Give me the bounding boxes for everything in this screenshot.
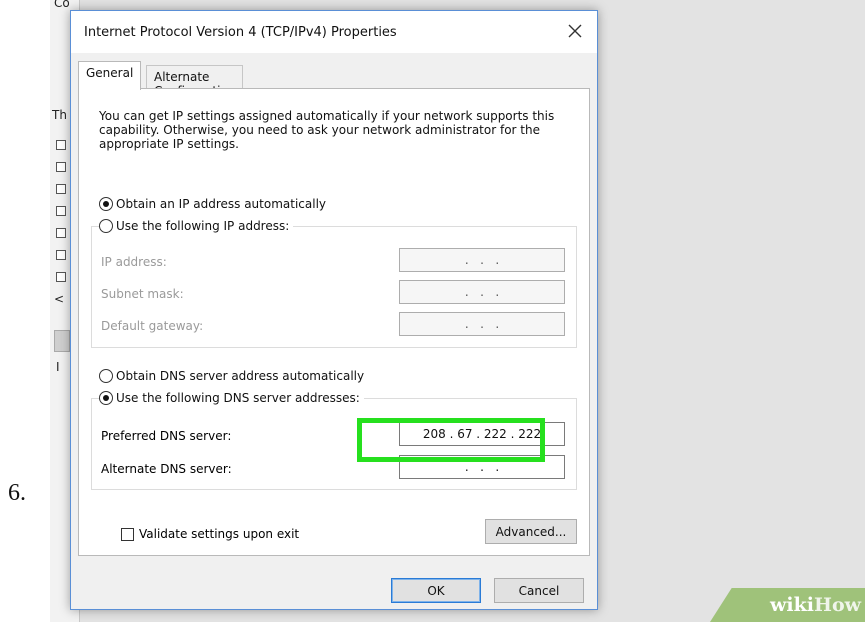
general-tab-panel: You can get IP settings assigned automat… — [78, 88, 590, 556]
subnet-mask-field[interactable]: . . . — [399, 280, 565, 304]
ip-address-value: . . . — [464, 253, 500, 267]
preferred-dns-label: Preferred DNS server: — [101, 429, 232, 443]
checkbox-indicator — [121, 527, 134, 541]
background-checkbox — [56, 140, 66, 150]
radio-indicator — [99, 219, 113, 233]
background-window-label: Th — [52, 108, 67, 122]
background-checkbox — [56, 162, 66, 172]
close-icon — [568, 23, 582, 42]
background-checkbox — [56, 206, 66, 216]
alternate-dns-label: Alternate DNS server: — [101, 462, 232, 476]
subnet-mask-value: . . . — [464, 285, 500, 299]
radio-label: Use the following IP address: — [116, 219, 290, 233]
radio-label: Use the following DNS server addresses: — [116, 391, 360, 405]
radio-label: Obtain an IP address automatically — [116, 197, 327, 211]
tab-alternate-configuration[interactable]: Alternate Configuration — [146, 65, 244, 98]
title-bar: Internet Protocol Version 4 (TCP/IPv4) P… — [71, 11, 597, 53]
close-button[interactable] — [553, 11, 597, 53]
cancel-button[interactable]: Cancel — [494, 578, 584, 603]
radio-indicator — [99, 369, 113, 383]
background-group-label: I — [56, 360, 60, 374]
background-scroll-arrow: < — [54, 292, 65, 306]
subnet-mask-label: Subnet mask: — [101, 287, 184, 301]
checkbox-label: Validate settings upon exit — [139, 527, 300, 541]
alternate-dns-value: . . . — [464, 460, 500, 474]
default-gateway-label: Default gateway: — [101, 319, 204, 333]
background-window-title: Co — [54, 0, 70, 10]
default-gateway-field[interactable]: . . . — [399, 312, 565, 336]
dialog-title: Internet Protocol Version 4 (TCP/IPv4) P… — [84, 25, 397, 40]
ip-address-field[interactable]: . . . — [399, 248, 565, 272]
background-checkbox — [56, 250, 66, 260]
preferred-dns-highlight — [357, 418, 545, 462]
ok-button[interactable]: OK — [391, 578, 481, 603]
screenshot: Co Th < I Internet Protocol Version 4 (T… — [50, 0, 865, 622]
radio-indicator — [99, 391, 113, 405]
radio-label: Obtain DNS server address automatically — [116, 369, 365, 383]
step-number: 6. — [8, 480, 26, 506]
radio-indicator — [99, 197, 113, 211]
ip-address-label: IP address: — [101, 255, 167, 269]
tab-general[interactable]: General — [78, 61, 142, 90]
info-text: You can get IP settings assigned automat… — [99, 109, 555, 151]
validate-settings-checkbox[interactable]: Validate settings upon exit — [121, 527, 299, 541]
watermark-part-how: How — [814, 594, 861, 616]
background-checkbox — [56, 272, 66, 282]
obtain-dns-automatically-radio[interactable]: Obtain DNS server address automatically — [99, 369, 364, 383]
wikihow-watermark: wiki How — [710, 588, 865, 622]
use-following-ip-radio[interactable]: Use the following IP address: — [99, 219, 294, 233]
watermark-part-wiki: wiki — [770, 594, 815, 616]
tcpip-properties-dialog: Internet Protocol Version 4 (TCP/IPv4) P… — [70, 10, 598, 610]
background-checkbox — [56, 184, 66, 194]
obtain-ip-automatically-radio[interactable]: Obtain an IP address automatically — [99, 197, 326, 211]
background-checkbox — [56, 228, 66, 238]
default-gateway-value: . . . — [464, 317, 500, 331]
background-button — [54, 330, 70, 352]
use-following-dns-radio[interactable]: Use the following DNS server addresses: — [99, 391, 364, 405]
advanced-button[interactable]: Advanced... — [485, 519, 577, 544]
